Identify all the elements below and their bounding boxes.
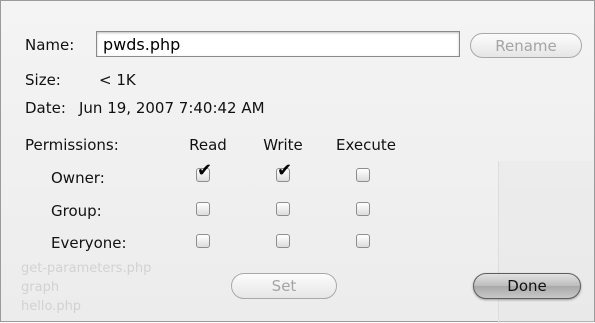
row-label-group: Group: <box>51 202 102 220</box>
column-header-execute: Execute <box>336 136 396 154</box>
size-label: Size: <box>25 71 61 89</box>
done-button[interactable]: Done <box>473 273 581 299</box>
group-read-checkbox[interactable] <box>196 202 210 216</box>
size-value: < 1K <box>99 71 136 89</box>
everyone-read-checkbox[interactable] <box>196 234 210 248</box>
column-header-read: Read <box>189 136 227 154</box>
background-file-item: get-parameters.php <box>21 261 152 276</box>
set-button[interactable]: Set <box>231 273 337 299</box>
name-field[interactable] <box>96 31 460 57</box>
permissions-label: Permissions: <box>25 136 119 154</box>
file-info-sheet: get-parameters.php graph hello.php Name:… <box>0 0 595 323</box>
column-header-write: Write <box>263 136 303 154</box>
rename-button[interactable]: Rename <box>470 33 582 58</box>
background-file-item: graph <box>21 280 60 295</box>
everyone-execute-checkbox[interactable] <box>356 234 370 248</box>
owner-write-checkbox[interactable]: ✔ <box>276 162 292 182</box>
owner-read-checkbox[interactable]: ✔ <box>196 162 212 182</box>
background-file-item: hello.php <box>21 299 82 314</box>
everyone-write-checkbox[interactable] <box>276 234 290 248</box>
group-execute-checkbox[interactable] <box>356 202 370 216</box>
checkmark-icon: ✔ <box>197 160 213 181</box>
owner-execute-checkbox[interactable] <box>356 168 370 182</box>
date-label: Date: <box>25 99 66 117</box>
date-value: Jun 19, 2007 7:40:42 AM <box>79 99 265 117</box>
row-label-owner: Owner: <box>51 169 105 187</box>
name-label: Name: <box>25 36 75 54</box>
row-label-everyone: Everyone: <box>51 234 127 252</box>
group-write-checkbox[interactable] <box>276 202 290 216</box>
checkmark-icon: ✔ <box>277 160 293 181</box>
